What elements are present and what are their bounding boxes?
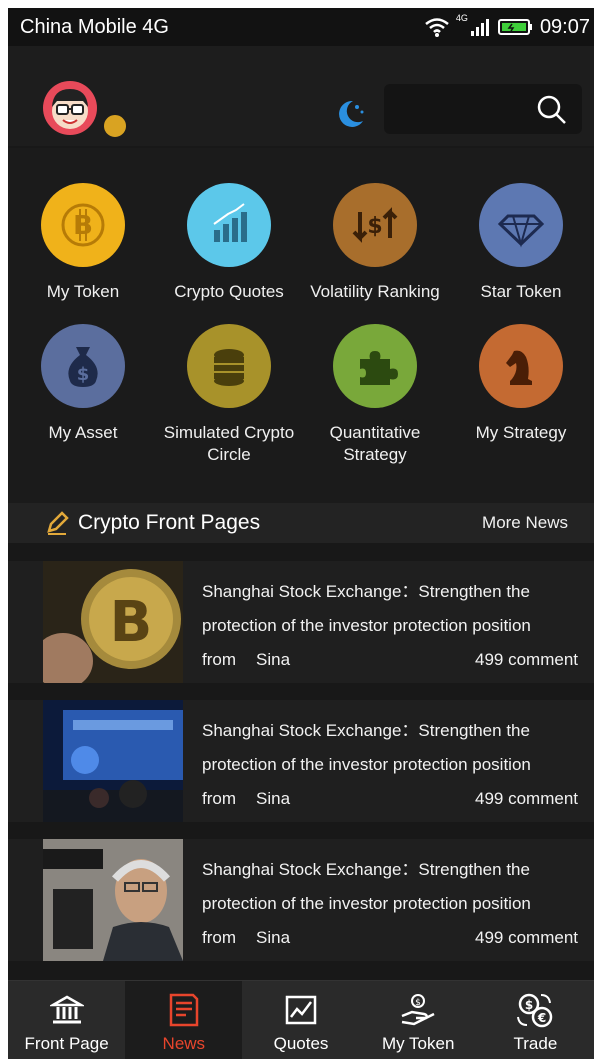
source-name: Sina bbox=[256, 789, 291, 808]
news-thumbnail-bitcoin: B bbox=[43, 561, 183, 683]
tab-label: Quotes bbox=[273, 1034, 329, 1053]
tab-label: My Token bbox=[381, 1034, 455, 1053]
money-bag-icon: $ bbox=[41, 324, 125, 408]
bank-icon bbox=[49, 990, 84, 1030]
search-input[interactable] bbox=[384, 84, 582, 134]
tab-quotes[interactable]: Quotes bbox=[242, 981, 359, 1059]
from-label: from bbox=[202, 789, 236, 808]
news-icon bbox=[167, 990, 201, 1030]
app-screen: China Mobile 4G 4G 09:07 B My Token Cryp… bbox=[8, 8, 594, 1059]
svg-text:$: $ bbox=[367, 214, 382, 239]
avatar[interactable] bbox=[43, 81, 97, 135]
night-mode-button[interactable] bbox=[330, 94, 370, 134]
svg-text:B: B bbox=[73, 211, 93, 241]
grid-item-crypto-quotes[interactable]: Crypto Quotes bbox=[154, 183, 304, 303]
bar-chart-icon bbox=[187, 183, 271, 267]
grid-label: Quantitative Strategy bbox=[329, 423, 421, 464]
chess-knight-icon bbox=[479, 324, 563, 408]
moon-icon bbox=[339, 100, 364, 127]
grid-label: My Asset bbox=[48, 423, 118, 442]
bottom-navigation: Front Page News Quotes $ My Token $ € Tra… bbox=[8, 980, 594, 1059]
grid-item-my-token[interactable]: B My Token bbox=[8, 183, 158, 303]
grid-item-quantitative-strategy[interactable]: Quantitative Strategy bbox=[300, 324, 450, 466]
from-label: from bbox=[202, 928, 236, 947]
from-label: from bbox=[202, 650, 236, 669]
tab-label: Front Page bbox=[24, 1034, 109, 1053]
svg-text:$: $ bbox=[525, 998, 533, 1012]
exchange-icon: $ € bbox=[515, 990, 555, 1030]
news-section-header: Crypto Front Pages More News bbox=[8, 503, 594, 543]
avatar-face-icon bbox=[52, 89, 88, 129]
tab-label: Trade bbox=[513, 1034, 558, 1053]
clock: 09:07 bbox=[539, 15, 590, 38]
tab-trade[interactable]: $ € Trade bbox=[477, 981, 594, 1059]
wifi-icon bbox=[425, 18, 449, 37]
svg-text:$: $ bbox=[77, 364, 90, 385]
svg-text:€: € bbox=[537, 1011, 546, 1025]
news-source: from Sina bbox=[202, 784, 290, 814]
puzzle-icon bbox=[333, 324, 417, 408]
svg-text:$: $ bbox=[415, 998, 421, 1008]
comment-count: 499 comment bbox=[475, 650, 578, 669]
carrier-label: China Mobile 4G bbox=[20, 15, 169, 38]
status-bar: China Mobile 4G 4G 09:07 bbox=[8, 8, 594, 46]
section-title: Crypto Front Pages bbox=[78, 511, 261, 534]
signal-icon bbox=[470, 19, 489, 36]
svg-text:B: B bbox=[110, 590, 153, 655]
grid-item-volatility-ranking[interactable]: $ Volatility Ranking bbox=[300, 183, 450, 303]
coin-stack-icon bbox=[187, 324, 271, 408]
news-item[interactable]: Shanghai Stock Exchange：Strengthen the p… bbox=[8, 700, 594, 822]
tab-front-page[interactable]: Front Page bbox=[8, 981, 125, 1059]
grid-label: Volatility Ranking bbox=[310, 282, 440, 301]
network-type: 4G bbox=[455, 13, 468, 23]
grid-label: Star Token bbox=[480, 282, 562, 301]
status-icons: 4G 09:07 bbox=[424, 13, 590, 39]
source-name: Sina bbox=[256, 650, 291, 669]
pencil-icon bbox=[44, 510, 70, 536]
grid-label: Crypto Quotes bbox=[174, 282, 284, 301]
app-header bbox=[8, 46, 594, 146]
source-name: Sina bbox=[256, 928, 291, 947]
feature-grid: B My Token Crypto Quotes $ Volatility Ra… bbox=[8, 148, 594, 503]
tab-label: News bbox=[162, 1034, 206, 1053]
grid-label: My Token bbox=[46, 282, 120, 301]
grid-label: Simulated Crypto Circle bbox=[163, 423, 295, 464]
grid-item-my-asset[interactable]: $ My Asset bbox=[8, 324, 158, 444]
news-source: from Sina bbox=[202, 645, 290, 675]
chart-icon bbox=[284, 990, 318, 1030]
search-icon[interactable] bbox=[536, 94, 568, 126]
news-source: from Sina bbox=[202, 923, 290, 953]
more-news-link[interactable]: More News bbox=[482, 513, 568, 533]
news-title: Shanghai Stock Exchange：Strengthen the p… bbox=[202, 582, 531, 635]
medal-icon bbox=[102, 113, 128, 139]
tab-my-token[interactable]: $ My Token bbox=[360, 981, 477, 1059]
diamond-icon bbox=[479, 183, 563, 267]
comment-count: 499 comment bbox=[475, 789, 578, 808]
dollar-arrows-icon: $ bbox=[333, 183, 417, 267]
tab-news[interactable]: News bbox=[125, 981, 243, 1059]
grid-item-star-token[interactable]: Star Token bbox=[446, 183, 594, 303]
grid-item-simulated-crypto-circle[interactable]: Simulated Crypto Circle bbox=[154, 324, 304, 466]
grid-item-my-strategy[interactable]: My Strategy bbox=[446, 324, 594, 444]
news-thumbnail-conference bbox=[43, 700, 183, 822]
battery-icon bbox=[497, 19, 532, 35]
news-title: Shanghai Stock Exchange：Strengthen the p… bbox=[202, 721, 531, 774]
news-title: Shanghai Stock Exchange：Strengthen the p… bbox=[202, 860, 531, 913]
news-item[interactable]: Shanghai Stock Exchange：Strengthen the p… bbox=[8, 839, 594, 961]
news-thumbnail-portrait bbox=[43, 839, 183, 961]
coin-hand-icon: $ bbox=[398, 990, 438, 1030]
comment-count: 499 comment bbox=[475, 928, 578, 947]
grid-label: My Strategy bbox=[475, 423, 567, 442]
bitcoin-icon: B bbox=[41, 183, 125, 267]
news-item[interactable]: B Shanghai Stock Exchange：Strengthen the… bbox=[8, 561, 594, 683]
